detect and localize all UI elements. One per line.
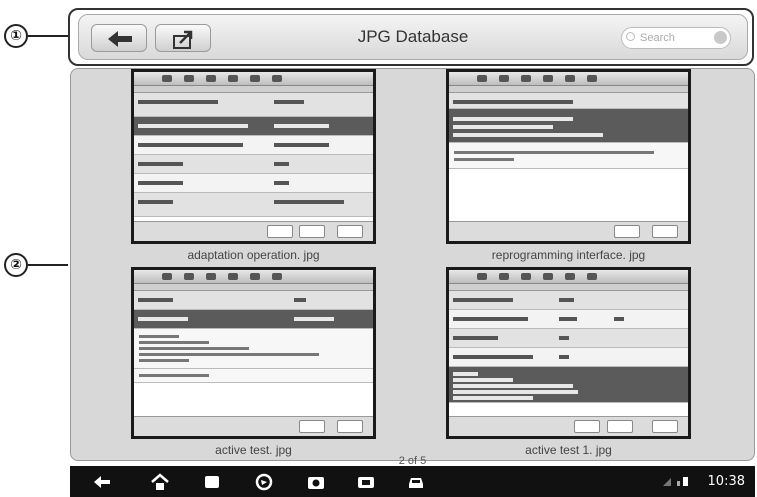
callout-2: ②	[4, 253, 28, 277]
back-icon[interactable]	[92, 472, 112, 492]
image-caption: reprogramming interface. jpg	[491, 248, 646, 262]
car-icon[interactable]	[406, 472, 426, 492]
screen: ① ② JPG Database Search adaptation opera…	[0, 0, 757, 497]
home-icon[interactable]	[150, 472, 170, 492]
gallery-item[interactable]: active test 1. jpg	[446, 267, 691, 457]
gallery-item[interactable]: active test. jpg	[131, 267, 376, 457]
system-nav-bar: 10:38	[70, 466, 755, 497]
callout-1-leader	[28, 35, 68, 37]
image-gallery: adaptation operation. jpg reprogramming …	[70, 68, 755, 467]
thumbnail-image[interactable]	[446, 267, 691, 439]
vci-link-icon[interactable]	[356, 472, 376, 492]
clear-search-icon[interactable]	[714, 31, 727, 44]
browser-icon[interactable]	[254, 472, 274, 492]
recent-apps-icon[interactable]	[202, 472, 222, 492]
top-toolbar: JPG Database Search	[78, 14, 748, 60]
search-icon	[626, 32, 635, 41]
gallery-item[interactable]: adaptation operation. jpg	[131, 69, 376, 262]
thumbnail-image[interactable]	[131, 267, 376, 439]
callout-1: ①	[4, 24, 28, 48]
signal-battery-icon	[663, 477, 688, 486]
camera-icon[interactable]	[306, 472, 326, 492]
image-caption: adaptation operation. jpg	[187, 248, 320, 262]
status-clock: 10:38	[707, 474, 745, 489]
callout-2-leader	[28, 264, 68, 266]
gallery-item[interactable]: reprogramming interface. jpg	[446, 69, 691, 262]
thumbnail-image[interactable]	[131, 69, 376, 244]
thumbnail-image[interactable]	[446, 69, 691, 244]
